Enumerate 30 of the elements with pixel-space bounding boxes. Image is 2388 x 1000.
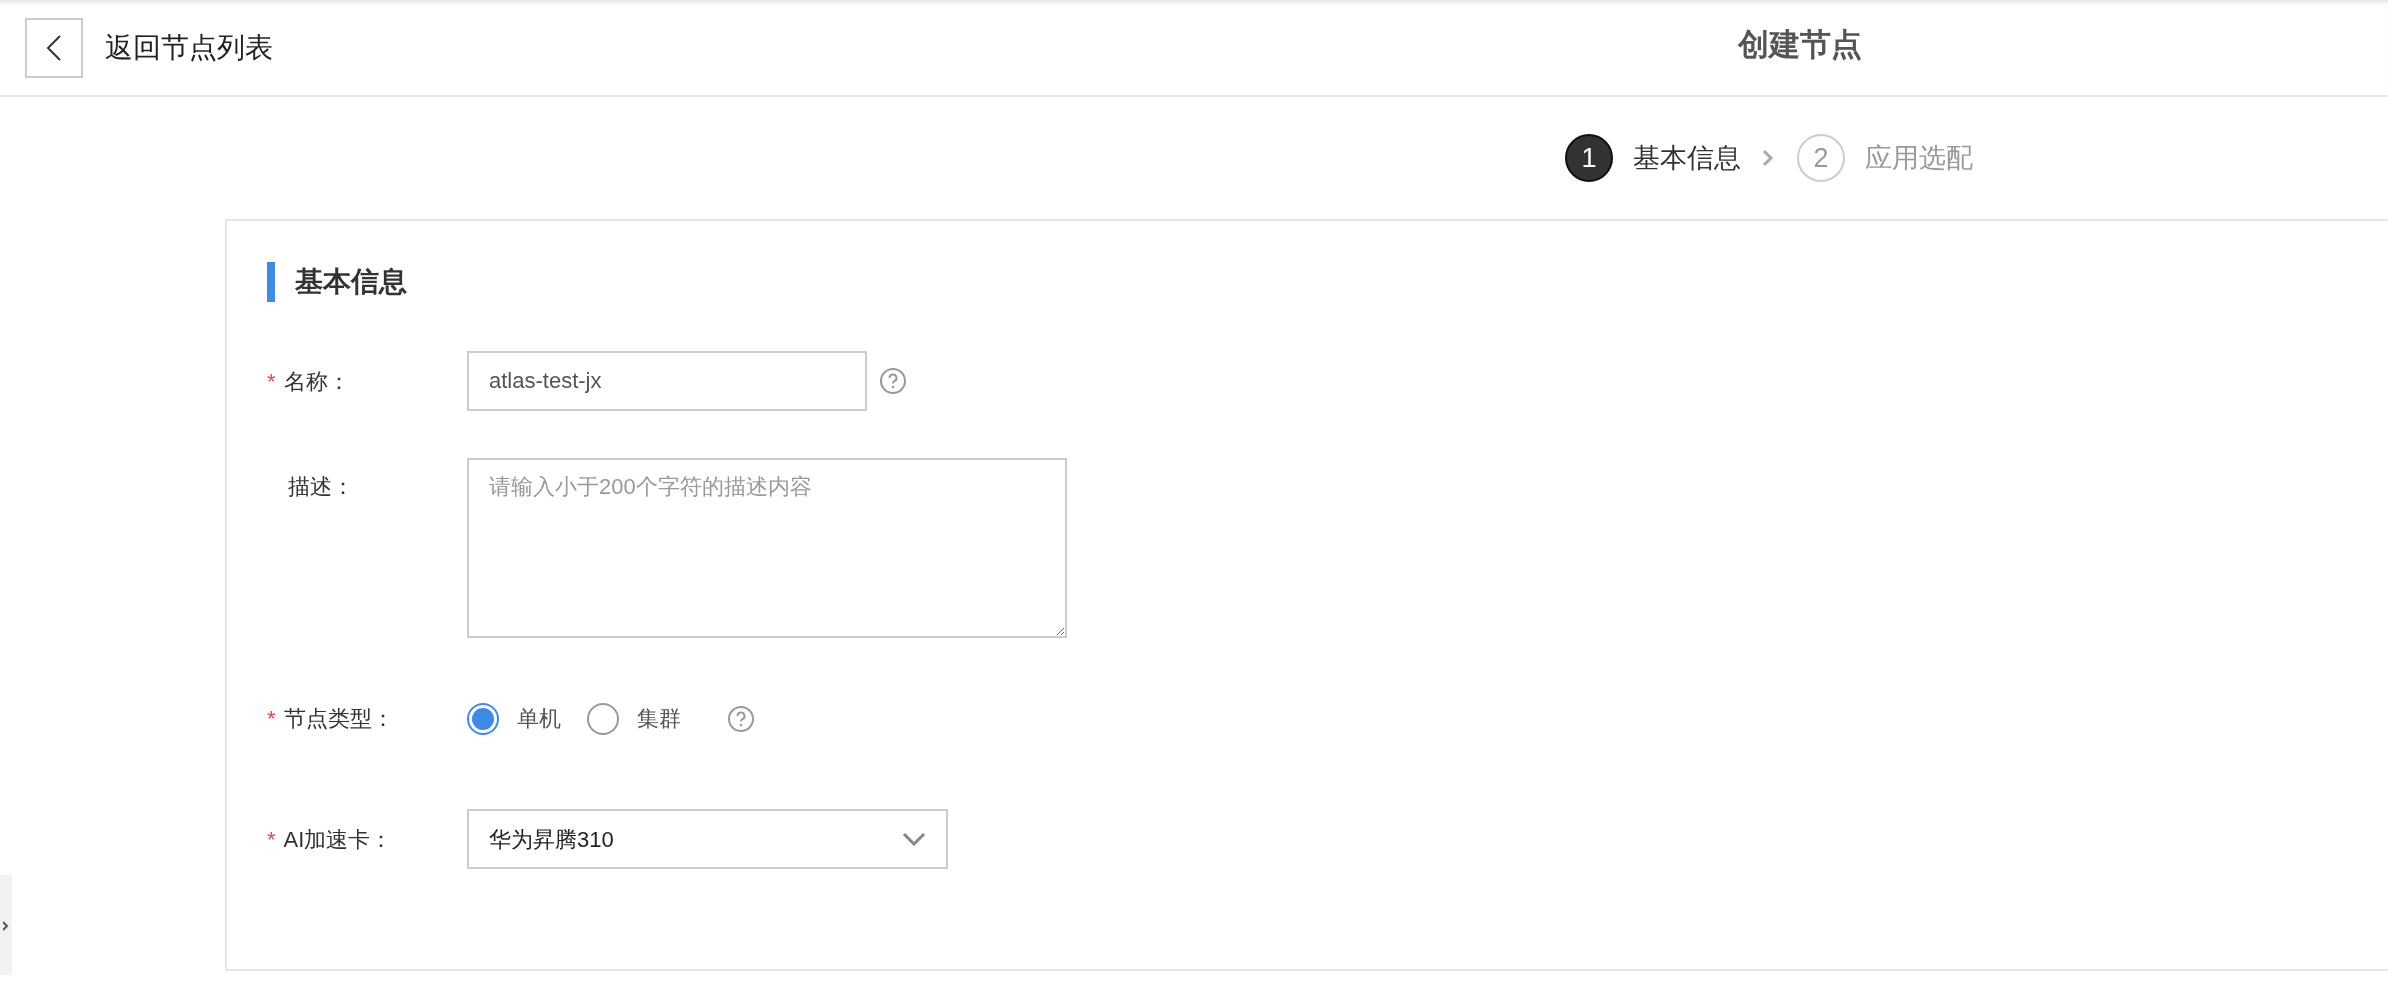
section-marker <box>267 262 275 302</box>
radio-label[interactable]: 单机 <box>517 702 561 735</box>
name-input[interactable]: atlas-test-jx <box>467 351 867 411</box>
page-title: 创建节点 <box>1738 26 1862 64</box>
step-label: 基本信息 <box>1633 141 1741 175</box>
field-label: AI加速卡： <box>283 826 393 852</box>
step-label: 应用选配 <box>1865 141 1973 175</box>
step-number: 2 <box>1797 134 1845 182</box>
select-value: 华为昇腾310 <box>489 825 614 854</box>
required-mark: * <box>267 826 276 852</box>
required-mark: * <box>267 368 276 394</box>
sidebar-toggle[interactable] <box>0 875 12 975</box>
description-input[interactable]: 请输入小于200个字符的描述内容 <box>467 458 1067 638</box>
radio-label[interactable]: 集群 <box>637 702 681 735</box>
section-title: 基本信息 <box>295 265 407 299</box>
radio-button[interactable] <box>587 702 619 735</box>
chevron-icon <box>1761 148 1775 168</box>
back-icon <box>46 34 62 61</box>
step-number: 1 <box>1565 134 1613 182</box>
field-label: 节点类型： <box>283 706 394 731</box>
field-label: 描述： <box>288 474 354 499</box>
select-field[interactable]: 华为昇腾310 <box>467 809 948 869</box>
help-icon[interactable] <box>727 704 755 733</box>
back-link-text[interactable]: 返回节点列表 <box>105 26 273 69</box>
back-button[interactable] <box>25 17 83 78</box>
caret-icon <box>902 832 926 846</box>
help-icon[interactable] <box>879 367 907 395</box>
field-label: 名称： <box>283 368 350 394</box>
radio-button[interactable] <box>467 702 499 735</box>
required-mark: * <box>267 706 276 731</box>
